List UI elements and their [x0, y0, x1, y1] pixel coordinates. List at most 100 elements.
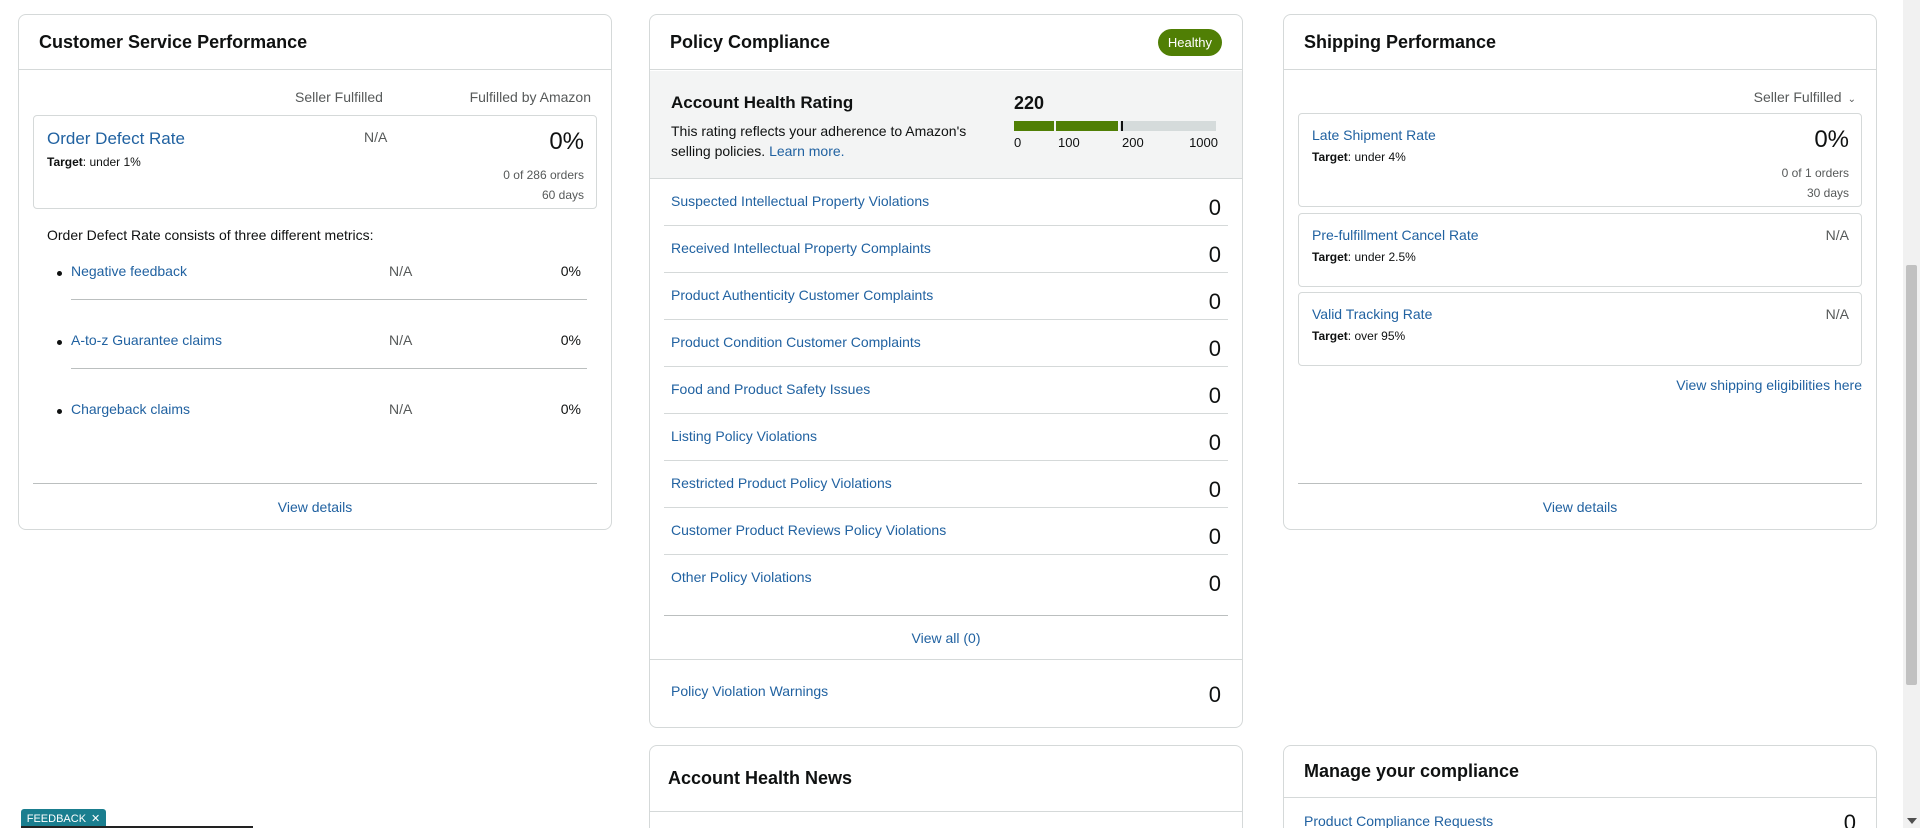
card-title: Shipping Performance [1304, 31, 1497, 52]
close-icon[interactable]: ✕ [91, 812, 100, 825]
late-shipment-value: 0% [1814, 126, 1849, 153]
cancel-rate-box: Pre-fulfillment Cancel Rate Target: unde… [1298, 213, 1862, 287]
view-shipping-eligibilities-link[interactable]: View shipping eligibilities here [1676, 377, 1862, 393]
violation-row: Customer Product Reviews Policy Violatio… [664, 508, 1228, 555]
customer-service-performance-card: Customer Service Performance Seller Fulf… [18, 14, 612, 530]
view-details-link[interactable]: View details [1543, 499, 1617, 515]
target-value: : under 2.5% [1347, 250, 1416, 264]
divider [71, 299, 587, 300]
metric-fba-value: 0% [560, 401, 581, 417]
dropdown-value: Seller Fulfilled [1753, 89, 1842, 105]
product-compliance-requests-link[interactable]: Product Compliance Requests [1304, 813, 1493, 828]
health-status-badge: Healthy [1157, 28, 1222, 56]
scroll-down-arrow-icon[interactable] [1907, 818, 1917, 824]
metric-seller-value: N/A [389, 332, 413, 348]
violation-count: 0 [1208, 524, 1221, 549]
column-header-fulfilled-by-amazon: Fulfilled by Amazon [469, 89, 591, 105]
rating-description: This rating reflects your adherence to A… [671, 121, 1001, 161]
card-title: Customer Service Performance [39, 31, 308, 52]
late-shipment-rate-link[interactable]: Late Shipment Rate [1312, 127, 1436, 143]
view-all-row: View all (0) [664, 615, 1228, 659]
valid-tracking-target: Target: over 95% [1312, 329, 1405, 343]
violation-row: Product Condition Customer Complaints 0 [664, 320, 1228, 367]
late-shipment-period: 30 days [1806, 186, 1849, 200]
bullet [57, 409, 62, 414]
page-scrollbar[interactable] [1903, 0, 1920, 828]
metric-fba-value: 0% [560, 332, 581, 348]
odr-seller-value: N/A [364, 129, 388, 145]
card-header: Policy Compliance Healthy [650, 15, 1242, 70]
metric-chargeback-claims-link[interactable]: Chargeback claims [71, 401, 190, 417]
bar-segment-100-200 [1056, 121, 1118, 131]
metric-seller-value: N/A [389, 263, 413, 279]
violation-row: Restricted Product Policy Violations 0 [664, 461, 1228, 508]
violation-row: Listing Policy Violations 0 [664, 414, 1228, 461]
rating-title: Account Health Rating [671, 93, 854, 112]
tick-label: 100 [1058, 135, 1080, 150]
cancel-rate-link[interactable]: Pre-fulfillment Cancel Rate [1312, 227, 1479, 243]
valid-tracking-rate-link[interactable]: Valid Tracking Rate [1312, 306, 1432, 322]
bar-segment-0-100 [1014, 121, 1054, 131]
policy-violation-warnings-link[interactable]: Policy Violation Warnings [671, 683, 828, 699]
fulfillment-dropdown[interactable]: Seller Fulfilled ⌄ [1754, 89, 1856, 105]
card-header: Manage your compliance [1284, 746, 1876, 798]
learn-more-link[interactable]: Learn more. [769, 143, 844, 159]
violation-row: Suspected Intellectual Property Violatio… [664, 179, 1228, 226]
late-shipment-target: Target: under 4% [1312, 150, 1406, 164]
violation-row: Product Authenticity Customer Complaints… [664, 273, 1228, 320]
order-defect-rate-box: Order Defect Rate Target: under 1% N/A 0… [33, 115, 597, 209]
rating-bar [1014, 121, 1216, 131]
policy-violation-warnings-count: 0 [1208, 682, 1221, 707]
tick-label: 200 [1122, 135, 1144, 150]
odr-description: Order Defect Rate consists of three diff… [47, 227, 374, 243]
card-footer: View details [1298, 483, 1862, 529]
scrollbar-thumb[interactable] [1906, 265, 1917, 685]
violation-link[interactable]: Customer Product Reviews Policy Violatio… [671, 522, 946, 538]
divider [71, 368, 587, 369]
violation-link[interactable]: Restricted Product Policy Violations [671, 475, 892, 491]
bullet [57, 340, 62, 345]
shipping-performance-card: Shipping Performance Seller Fulfilled ⌄ L… [1283, 14, 1877, 530]
cancel-rate-value: N/A [1825, 227, 1849, 243]
violation-count: 0 [1208, 195, 1221, 220]
card-title: Account Health News [668, 768, 853, 788]
odr-target: Target: under 1% [47, 155, 141, 169]
card-header: Customer Service Performance [19, 15, 611, 70]
metric-negative-feedback-link[interactable]: Negative feedback [71, 263, 187, 279]
violation-count: 0 [1208, 477, 1221, 502]
metric-fba-value: 0% [560, 263, 581, 279]
metric-row: A-to-z Guarantee claims N/A 0% [47, 332, 593, 401]
violation-count: 0 [1208, 571, 1221, 596]
rating-ticks: 0 100 200 1000 [1014, 135, 1218, 151]
card-footer: View details [33, 483, 597, 529]
odr-fba-value: 0% [549, 128, 584, 155]
metric-row: Negative feedback N/A 0% [47, 263, 593, 332]
tick-label: 0 [1014, 135, 1022, 150]
product-compliance-requests-count: 0 [1843, 810, 1856, 828]
bar-segment-200-1000 [1120, 121, 1216, 131]
violation-count: 0 [1208, 289, 1221, 314]
violation-link[interactable]: Product Condition Customer Complaints [671, 334, 921, 350]
violation-row: Other Policy Violations 0 [664, 555, 1228, 601]
order-defect-rate-link[interactable]: Order Defect Rate [47, 129, 185, 149]
feedback-label: FEEDBACK [26, 812, 87, 825]
violation-link[interactable]: Product Authenticity Customer Complaints [671, 287, 933, 303]
rating-score: 220 [1014, 93, 1045, 113]
violation-link[interactable]: Other Policy Violations [671, 569, 812, 585]
card-header: Account Health News [650, 746, 1242, 812]
violation-link[interactable]: Suspected Intellectual Property Violatio… [671, 193, 929, 209]
column-header-seller-fulfilled: Seller Fulfilled [295, 89, 383, 105]
view-details-link[interactable]: View details [278, 499, 352, 515]
metric-a-to-z-claims-link[interactable]: A-to-z Guarantee claims [71, 332, 222, 348]
violation-link[interactable]: Listing Policy Violations [671, 428, 817, 444]
odr-period: 60 days [541, 188, 584, 202]
card-title: Policy Compliance [670, 31, 831, 52]
metric-seller-value: N/A [389, 401, 413, 417]
account-health-rating: Account Health Rating This rating reflec… [650, 71, 1242, 179]
tick-label: 1000 [1189, 135, 1218, 150]
target-value: : over 95% [1347, 329, 1406, 343]
violation-link[interactable]: Received Intellectual Property Complaint… [671, 240, 931, 256]
violation-link[interactable]: Food and Product Safety Issues [671, 381, 870, 397]
divider [650, 659, 1242, 660]
view-all-link[interactable]: View all (0) [912, 630, 981, 646]
